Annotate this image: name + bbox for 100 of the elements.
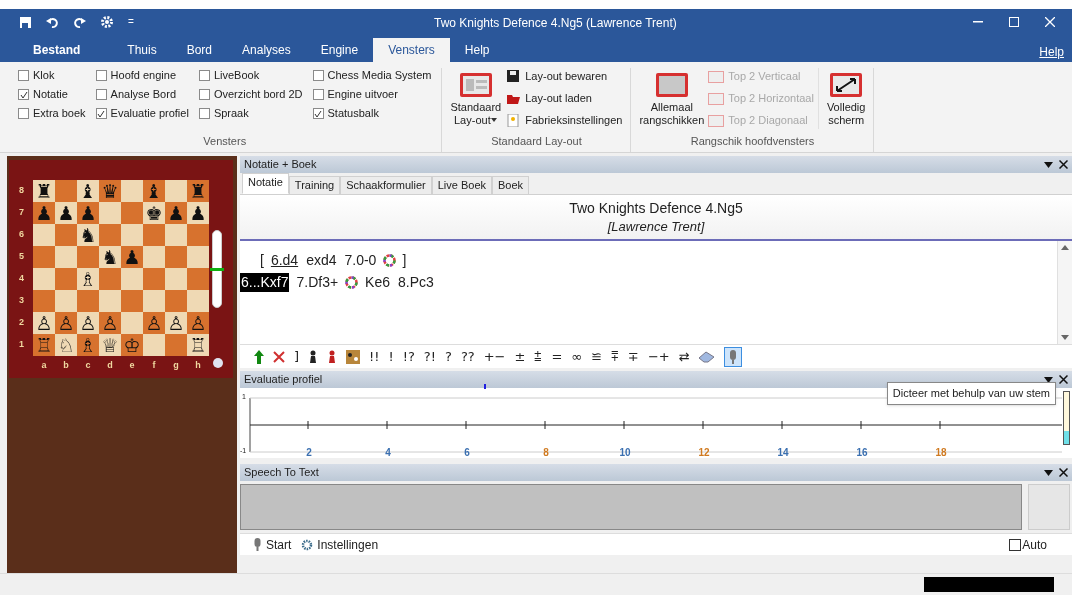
checkbox[interactable] <box>312 108 324 119</box>
checkbox[interactable] <box>198 108 210 119</box>
dropdown-icon[interactable] <box>1044 161 1053 168</box>
chess-piece[interactable]: ♟ <box>167 203 185 223</box>
chess-pieces-icon[interactable] <box>346 349 361 364</box>
chess-piece[interactable]: ♖ <box>189 335 207 355</box>
checkbox[interactable] <box>95 89 107 100</box>
annotation-button[interactable]: ≌ <box>591 350 603 363</box>
move[interactable]: Ke6 <box>364 273 392 292</box>
redo-icon[interactable] <box>73 15 86 29</box>
text-output-field[interactable] <box>240 484 1022 530</box>
annotation-button[interactable]: ?! <box>423 350 436 363</box>
chess-piece[interactable]: ♝ <box>145 181 163 201</box>
move[interactable]: 6...Kxf7 <box>240 273 290 292</box>
ribbon-button[interactable]: Lay-out laden <box>507 90 623 107</box>
standard-layout-button[interactable]: Standaard Lay-out <box>450 68 502 129</box>
chess-piece[interactable]: ♙ <box>35 313 53 333</box>
start-button[interactable]: Start <box>254 535 292 554</box>
annotation-button[interactable]: −+ <box>647 350 670 363</box>
dictate-button[interactable] <box>723 346 742 367</box>
ribbon-tab[interactable]: Engine <box>305 38 374 62</box>
ribbon-tab[interactable]: Analyses <box>227 38 306 62</box>
tab[interactable]: Schaakformulier <box>340 176 432 195</box>
chess-piece[interactable]: ♚ <box>145 203 163 223</box>
help-link[interactable]: Help <box>1039 43 1064 61</box>
cross-icon[interactable] <box>273 350 285 363</box>
chess-piece[interactable]: ♟ <box>189 203 207 223</box>
move[interactable]: 8.Pc3 <box>397 273 435 292</box>
chess-piece[interactable]: ♙ <box>101 313 119 333</box>
chess-piece[interactable]: ♖ <box>35 335 53 355</box>
save-icon[interactable] <box>19 15 32 29</box>
tab[interactable]: Boek <box>492 176 530 195</box>
chess-piece[interactable]: ♔ <box>123 335 141 355</box>
chess-piece[interactable]: ♙ <box>57 313 75 333</box>
chess-piece[interactable]: ♗ <box>79 269 97 289</box>
pawn-icon[interactable] <box>327 350 338 363</box>
chess-piece[interactable]: ♜ <box>35 181 53 201</box>
tab[interactable]: Notatie <box>242 173 289 194</box>
layout-icon[interactable] <box>458 72 493 98</box>
annotation-button[interactable]: ⩲ <box>534 350 543 363</box>
annotation-button[interactable]: !? <box>402 350 415 363</box>
chess-piece[interactable]: ♗ <box>79 335 97 355</box>
file-tab[interactable]: Bestand <box>13 38 101 62</box>
chess-piece[interactable]: ♘ <box>57 335 75 355</box>
chess-piece[interactable]: ♙ <box>167 313 185 333</box>
annotation-button[interactable]: !! <box>369 350 380 363</box>
arrow-up-icon[interactable] <box>254 349 264 364</box>
checkbox[interactable] <box>198 70 210 81</box>
close-icon[interactable] <box>1059 375 1068 384</box>
chess-piece[interactable]: ♞ <box>79 225 97 245</box>
chess-piece[interactable]: ♜ <box>189 181 207 201</box>
gear-icon[interactable] <box>100 15 114 29</box>
chess-piece[interactable]: ♟ <box>35 203 53 223</box>
ribbon-button[interactable]: Fabrieksinstellingen <box>507 112 623 129</box>
dropdown-icon[interactable] <box>1044 469 1053 476</box>
pawn-icon[interactable] <box>308 350 319 363</box>
chess-piece[interactable]: ♞ <box>101 247 119 267</box>
annotation-button[interactable]: = <box>551 350 563 363</box>
checkbox[interactable] <box>95 108 107 119</box>
window-icon[interactable] <box>654 72 689 98</box>
chess-piece[interactable]: ♟ <box>79 203 97 223</box>
ribbon-tab[interactable]: Thuis <box>112 38 172 62</box>
microphone-icon[interactable] <box>728 349 737 364</box>
chess-piece[interactable]: ♝ <box>79 181 97 201</box>
chess-piece[interactable]: ♟ <box>57 203 75 223</box>
annotation-button[interactable]: ?? <box>460 350 475 363</box>
annotation-button[interactable]: ± <box>514 350 526 363</box>
checkbox[interactable] <box>18 108 29 119</box>
chess-piece[interactable]: ♙ <box>145 313 163 333</box>
move[interactable]: 7.0-0 <box>343 251 378 270</box>
arrange-all-button[interactable]: Allemaal rangschikken <box>639 68 705 129</box>
undo-icon[interactable] <box>46 15 59 29</box>
chess-piece[interactable]: ♙ <box>79 313 97 333</box>
close-icon[interactable] <box>1059 468 1068 477</box>
close-icon[interactable] <box>1059 160 1068 169</box>
chess-piece[interactable]: ♛ <box>101 181 119 201</box>
ribbon-tab[interactable]: Help <box>449 38 505 62</box>
eraser-icon[interactable] <box>698 350 715 363</box>
settings-button[interactable]: Instellingen <box>301 535 379 554</box>
quick-access-menu[interactable]: = <box>128 17 134 27</box>
move[interactable]: 6.d4 <box>269 251 300 270</box>
annotation-button[interactable]: +− <box>483 350 506 363</box>
ribbon-tab[interactable]: Bord <box>171 38 228 62</box>
checkbox[interactable] <box>312 70 324 81</box>
annotation-button[interactable]: ! <box>388 350 394 363</box>
checkbox[interactable] <box>18 70 29 81</box>
tab[interactable]: Training <box>288 176 341 195</box>
checkbox[interactable] <box>198 89 210 100</box>
ribbon-button[interactable]: Lay-out bewaren <box>507 68 623 85</box>
annotation-button[interactable]: ⇄ <box>678 350 690 363</box>
annotation-button[interactable]: ∞ <box>571 350 583 363</box>
fullscreen-button[interactable]: Volledig scherm <box>822 68 866 129</box>
scrollbar[interactable] <box>1057 241 1072 344</box>
checkbox[interactable] <box>312 89 324 100</box>
ribbon-tab[interactable]: Vensters <box>373 38 450 62</box>
chess-piece[interactable]: ♟ <box>123 247 141 267</box>
chess-piece[interactable]: ♙ <box>189 313 207 333</box>
annotation-button[interactable]: ∓ <box>628 350 639 363</box>
annotation-button[interactable]: ] <box>294 350 300 363</box>
checkbox[interactable] <box>18 89 29 100</box>
